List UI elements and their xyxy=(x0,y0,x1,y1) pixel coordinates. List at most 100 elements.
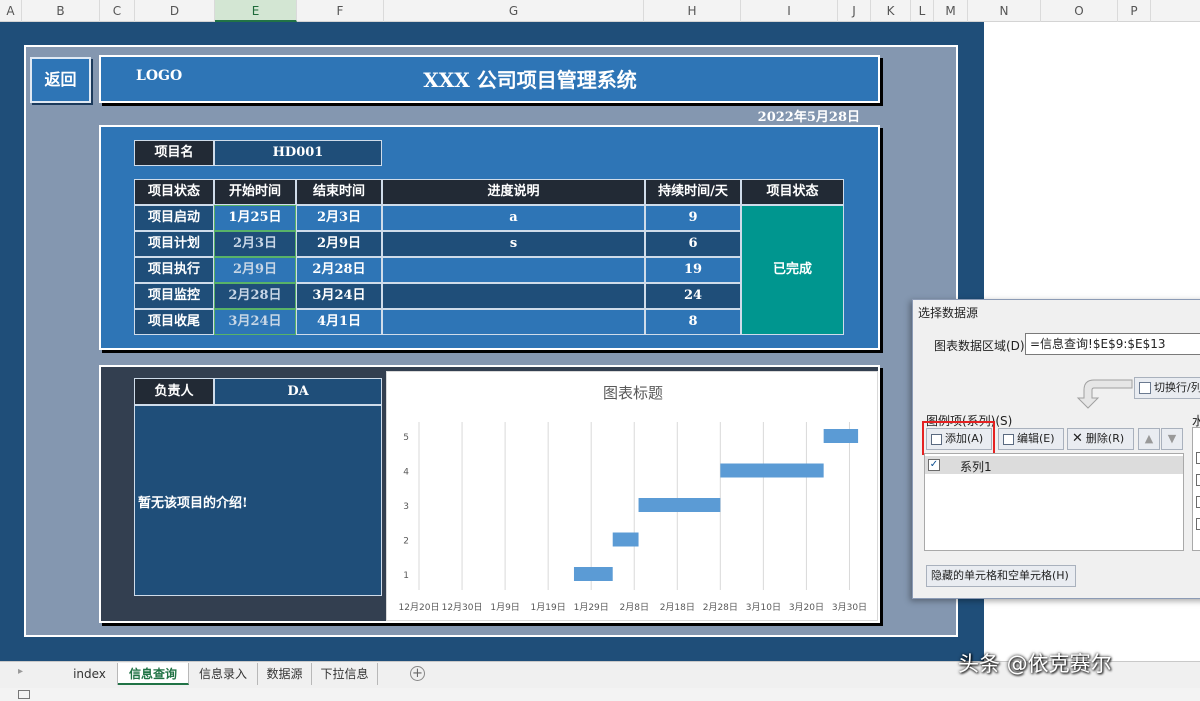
delete-series-button[interactable]: ✕ 删除(R) xyxy=(1067,428,1134,450)
column-header-l[interactable]: L xyxy=(911,0,934,22)
bar xyxy=(823,429,859,443)
table-cell-start[interactable]: 1月25日 xyxy=(214,205,296,231)
table-cell-stage[interactable]: 项目启动 xyxy=(134,205,214,231)
series-name: 系列1 xyxy=(960,460,992,474)
table-cell-days[interactable]: 8 xyxy=(645,309,741,335)
y-tick-label: 5 xyxy=(403,433,409,443)
category-checkbox[interactable] xyxy=(1196,452,1200,464)
column-header-h[interactable]: H xyxy=(644,0,741,22)
column-header-c[interactable]: C xyxy=(100,0,135,22)
table-cell-days[interactable]: 24 xyxy=(645,283,741,309)
project-status-cell[interactable]: 已完成 xyxy=(741,205,844,335)
table-cell-stage[interactable]: 项目计划 xyxy=(134,231,214,257)
category-checkbox[interactable] xyxy=(1196,474,1200,486)
move-up-button[interactable]: ▲ xyxy=(1138,428,1160,450)
switch-row-column-button[interactable]: 切换行/列(W) xyxy=(1134,377,1200,399)
column-header-g[interactable]: G xyxy=(384,0,644,22)
table-cell-end[interactable]: 2月3日 xyxy=(296,205,382,231)
add-sheet-icon[interactable]: + xyxy=(410,666,425,681)
table-cell-note[interactable] xyxy=(382,257,645,283)
bar xyxy=(638,498,721,512)
project-name-label: 项目名 xyxy=(134,140,214,166)
arrow-up-icon: ▲ xyxy=(1144,432,1154,445)
table-cell-start[interactable]: 2月28日 xyxy=(214,283,296,309)
x-tick-label: 1月19日 xyxy=(531,602,566,613)
x-tick-label: 12月20日 xyxy=(399,602,440,613)
y-tick-label: 3 xyxy=(403,502,409,512)
owner-value[interactable]: DA xyxy=(214,378,382,405)
sheet-tab[interactable]: 信息录入 xyxy=(189,663,258,685)
sheet-tab[interactable]: 下拉信息 xyxy=(312,663,378,685)
intro-text: 暂无该项目的介绍! xyxy=(138,496,248,511)
table-cell-days[interactable]: 9 xyxy=(645,205,741,231)
column-header-i[interactable]: I xyxy=(741,0,838,22)
table-cell-start[interactable]: 3月24日 xyxy=(214,309,296,335)
back-button[interactable]: 返回 xyxy=(30,57,91,103)
column-header-m[interactable]: M xyxy=(934,0,968,22)
delete-icon: ✕ xyxy=(1072,431,1083,446)
table-cell-stage[interactable]: 项目执行 xyxy=(134,257,214,283)
y-tick-label: 4 xyxy=(403,468,409,478)
move-down-button[interactable]: ▼ xyxy=(1161,428,1183,450)
x-tick-label: 2月18日 xyxy=(660,602,695,613)
table-cell-start[interactable]: 2月9日 xyxy=(214,257,296,283)
table-cell-stage[interactable]: 项目监控 xyxy=(134,283,214,309)
chart-title: 图表标题 xyxy=(603,384,663,402)
table-cell-end[interactable]: 3月24日 xyxy=(296,283,382,309)
column-header-j[interactable]: J xyxy=(838,0,871,22)
edit-series-button[interactable]: 编辑(E) xyxy=(998,428,1064,450)
table-header-cell: 结束时间 xyxy=(296,179,382,205)
column-header-f[interactable]: F xyxy=(297,0,384,22)
table-header-cell: 进度说明 xyxy=(382,179,645,205)
column-header-o[interactable]: O xyxy=(1041,0,1118,22)
column-header-k[interactable]: K xyxy=(871,0,911,22)
highlight-box xyxy=(922,421,995,455)
table-cell-note[interactable] xyxy=(382,309,645,335)
table-cell-stage[interactable]: 项目收尾 xyxy=(134,309,214,335)
gantt-chart[interactable]: 图表标题 12月20日 12月30日 1月9日 1月19日 1月29日 2月8日 2月18日 2… xyxy=(386,371,878,621)
arrow-down-icon: ▼ xyxy=(1167,432,1177,445)
chart-range-input[interactable]: =信息查询!$E$9:$E$13 xyxy=(1025,333,1200,355)
column-header-n[interactable]: N xyxy=(968,0,1041,22)
bar xyxy=(573,567,613,581)
table-cell-note[interactable]: s xyxy=(382,231,645,257)
hidden-cells-button[interactable]: 隐藏的单元格和空单元格(H) xyxy=(926,565,1076,587)
project-name-value[interactable]: HD001 xyxy=(214,140,382,166)
page-title: XXX 公司项目管理系统 xyxy=(423,68,637,92)
table-header-cell: 项目状态 xyxy=(134,179,214,205)
column-header-e[interactable]: E xyxy=(215,0,297,22)
owner-label: 负责人 xyxy=(134,378,214,405)
chart-range-label: 图表数据区域(D): xyxy=(934,339,1029,353)
category-checkbox[interactable] xyxy=(1196,518,1200,530)
x-tick-label: 2月8日 xyxy=(620,602,649,613)
tab-scroll-left-icon[interactable]: ▸ xyxy=(18,666,23,677)
column-header-a[interactable]: A xyxy=(0,0,22,22)
column-header-b[interactable]: B xyxy=(22,0,100,22)
bar xyxy=(612,532,639,547)
macro-record-icon[interactable] xyxy=(18,690,30,699)
column-header-p[interactable]: P xyxy=(1118,0,1151,22)
category-checkbox[interactable] xyxy=(1196,496,1200,508)
logo: LOGO xyxy=(136,68,183,84)
table-cell-note[interactable] xyxy=(382,283,645,309)
table-cell-note[interactable]: a xyxy=(382,205,645,231)
sheet-tab[interactable]: index xyxy=(62,663,118,685)
x-tick-label: 1月29日 xyxy=(574,602,609,613)
table-cell-start[interactable]: 2月3日 xyxy=(214,231,296,257)
sheet-tab[interactable]: 数据源 xyxy=(258,663,312,685)
table-cell-end[interactable]: 2月28日 xyxy=(296,257,382,283)
table-cell-end[interactable]: 2月9日 xyxy=(296,231,382,257)
table-header-cell: 开始时间 xyxy=(214,179,296,205)
table-cell-end[interactable]: 4月1日 xyxy=(296,309,382,335)
table-cell-days[interactable]: 6 xyxy=(645,231,741,257)
x-tick-label: 3月30日 xyxy=(832,602,867,613)
sheet-tab[interactable]: 信息查询 xyxy=(118,663,189,685)
report-date: 2022年5月28日 xyxy=(757,110,860,125)
switch-icon xyxy=(1139,382,1151,394)
series-checkbox[interactable]: ✓ xyxy=(928,459,940,471)
column-header-d[interactable]: D xyxy=(135,0,215,22)
category-list[interactable] xyxy=(1192,427,1200,551)
table-cell-days[interactable]: 19 xyxy=(645,257,741,283)
status-bar xyxy=(0,688,1200,701)
swap-arrow-icon xyxy=(1076,379,1133,409)
